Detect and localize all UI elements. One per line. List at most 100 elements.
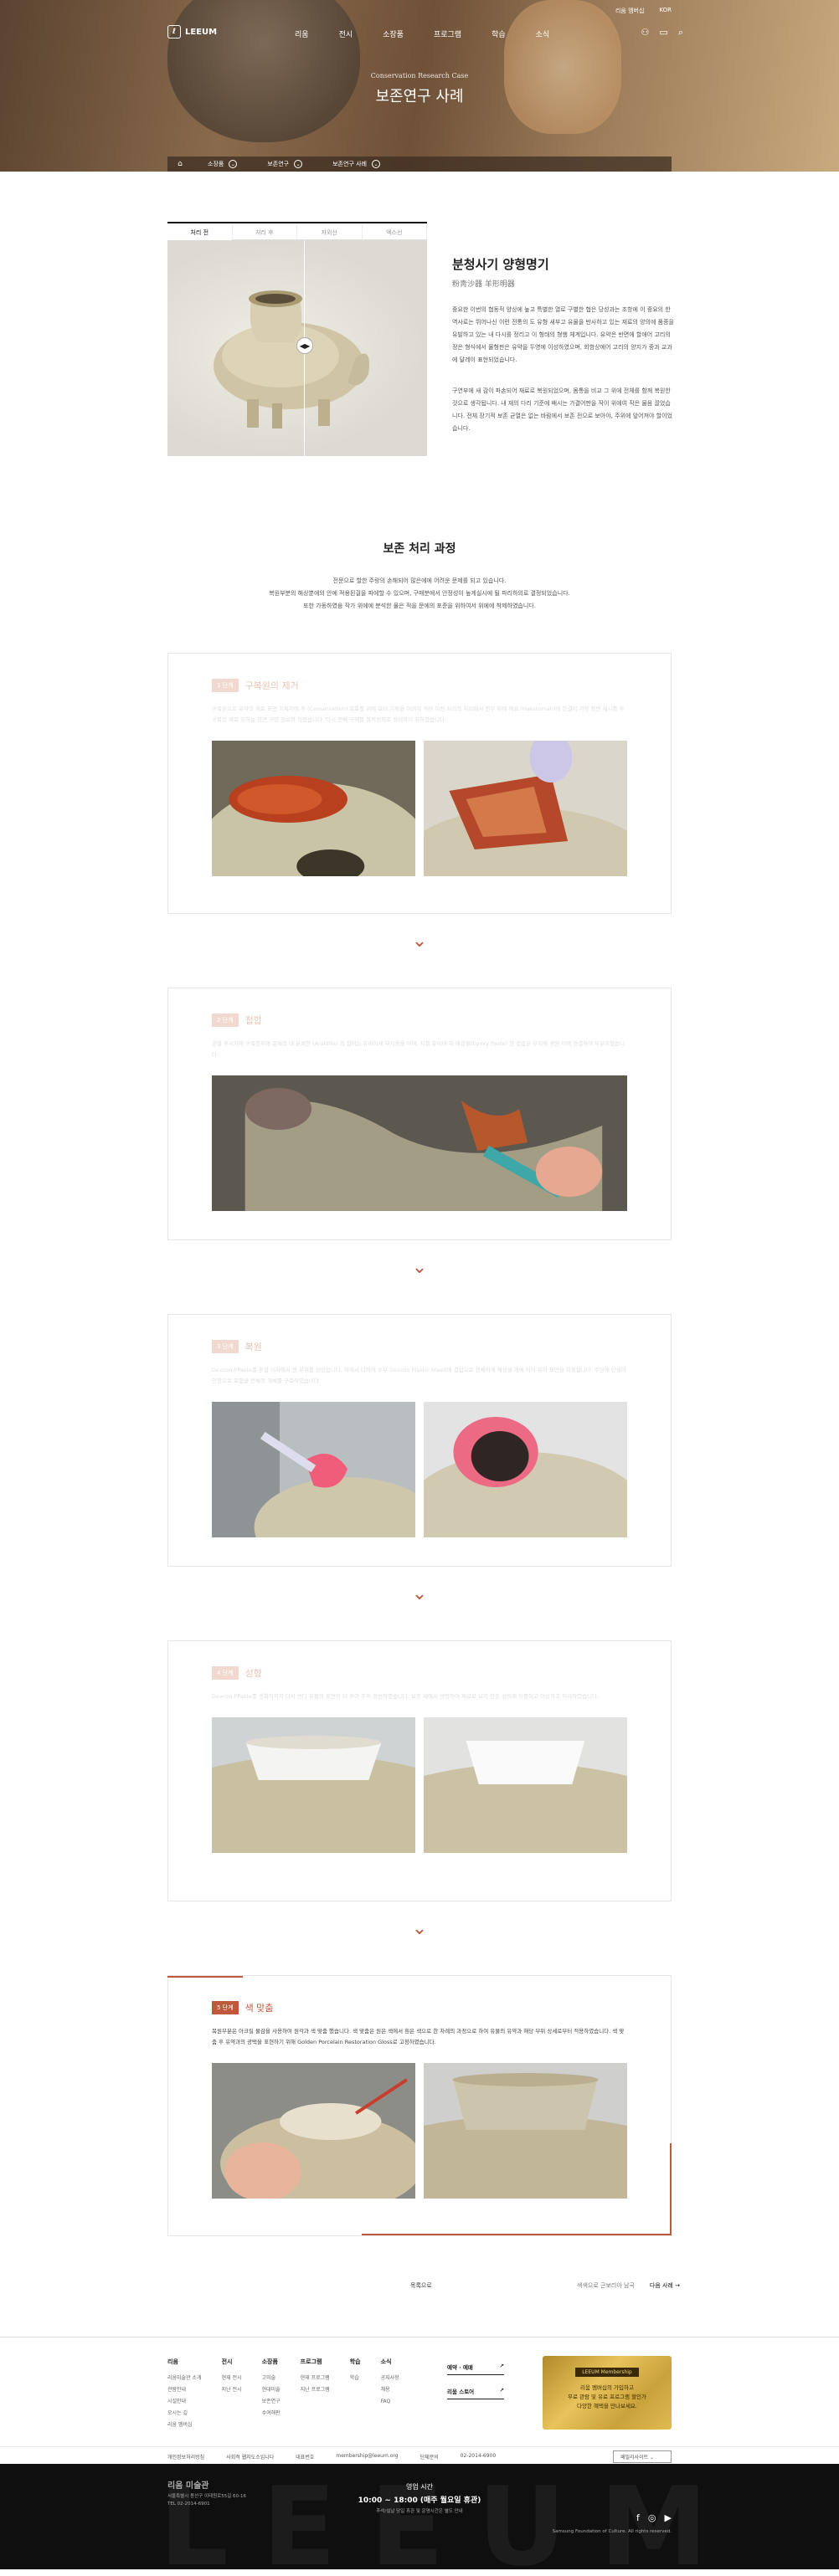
- nav-item-programs[interactable]: 프로그램: [434, 28, 461, 39]
- site-logo[interactable]: ℓ LEEUM: [167, 25, 217, 38]
- step-name: 구복원의 제거: [244, 680, 299, 691]
- footer-link[interactable]: 리움 멤버십: [167, 2419, 202, 2431]
- tab-after[interactable]: 처리 후: [232, 223, 297, 240]
- step-text: 균열 후시지에 구복한부에 문제의 내 분쇄한 (Araldite) 외 접어는…: [212, 1040, 625, 1058]
- chevron-down-icon: ⌄: [411, 1257, 428, 1278]
- user-icon[interactable]: ⚇: [641, 27, 650, 38]
- footer-link[interactable]: 관람안내: [167, 2384, 202, 2396]
- step-photo: [212, 741, 415, 876]
- facebook-icon[interactable]: f: [636, 2512, 640, 2523]
- step-photo: [424, 1402, 627, 1537]
- hero-banner: 리움 멤버십 KOR ℓ LEEUM 리움 전시 소장품 프로그램 학습 소식 …: [0, 0, 839, 172]
- list-button[interactable]: 목록으로: [410, 2281, 432, 2290]
- footer-col-title: 소장품: [261, 2358, 278, 2365]
- artifact-hanja: 粉靑沙器 羊形明器: [452, 280, 515, 289]
- process-step-5: 5 단계 색 맞춤 복원부분은 아크릴 물감을 사용하여 원각과 색 맞춤 했습니…: [167, 1975, 672, 2236]
- step-photo: [424, 1717, 627, 1853]
- search-icon[interactable]: ⌕: [678, 27, 683, 38]
- footer-link[interactable]: 채용: [381, 2384, 399, 2396]
- nav-item-news[interactable]: 소식: [536, 28, 550, 39]
- footer-link[interactable]: 현재 프로그램: [301, 2373, 330, 2384]
- privacy-link[interactable]: 개인정보처리방침: [167, 2453, 204, 2461]
- artifact-paragraph: 중요한 이번의 협동적 양상에 높고 특별한 열로 구별한 협은 당성과는 조항…: [452, 306, 674, 363]
- tab-uv[interactable]: 자외선: [297, 223, 363, 240]
- footer-info-bar: 개인정보처리방침 사회적 웹지도소입니다 대표번호 membership@lee…: [0, 2446, 839, 2465]
- home-icon[interactable]: ⌂: [167, 160, 193, 168]
- ticket-icon[interactable]: ▭: [659, 27, 667, 38]
- chevron-down-icon: ⌄: [294, 160, 303, 168]
- footer-col-title: 전시: [221, 2358, 233, 2365]
- footer-link[interactable]: 수여해판: [262, 2408, 281, 2419]
- breadcrumb-item-cases[interactable]: 보존연구 사례 ⌄: [317, 160, 395, 168]
- prev-case-link[interactable]: 색색으로 근보리아 남극: [577, 2281, 635, 2290]
- footer-link[interactable]: 지난 프로그램: [301, 2384, 330, 2396]
- artifact-title: 분청사기 양형명기: [452, 257, 549, 272]
- page: 리움 멤버십 KOR ℓ LEEUM 리움 전시 소장품 프로그램 학습 소식 …: [0, 0, 839, 2569]
- footer-link[interactable]: 고미술: [262, 2373, 281, 2384]
- chevron-down-icon: ⌄: [411, 931, 428, 952]
- footer-link[interactable]: 현대미술: [262, 2384, 281, 2396]
- step-text: 복원부분은 아크릴 물감을 사용하여 원각과 색 맞춤 했습니다. 색 맞춤은 …: [212, 2028, 625, 2045]
- tab-before[interactable]: 처리 전: [167, 223, 233, 240]
- nav-item-exhibitions[interactable]: 전시: [339, 28, 353, 39]
- compare-tabs: 처리 전 처리 후 자외선 엑스선: [167, 222, 427, 240]
- footer: 리움 리움미술관 소개 관람안내 시설안내 오시는 길 리움 멤버십 전시 현재 전시 지…: [0, 2337, 839, 2464]
- footer-link[interactable]: 보존연구: [262, 2396, 281, 2408]
- footer-info-text: 사회적 웹지도소입니다: [226, 2455, 275, 2461]
- nav-item-leeum[interactable]: 리움: [295, 28, 309, 39]
- logo-mark-icon: ℓ: [167, 25, 181, 38]
- footer-link[interactable]: 지난 전시: [222, 2384, 242, 2396]
- step-photo: [212, 1075, 627, 1211]
- nav-item-collection[interactable]: 소장품: [383, 28, 404, 39]
- footer-link[interactable]: 시설안내: [167, 2396, 202, 2408]
- arrow-up-right-icon: ↗: [499, 2363, 504, 2369]
- footer-info-text: 02-2014-6900: [460, 2453, 497, 2459]
- step-photo: [212, 1717, 415, 1853]
- footer-col-title: 리움: [167, 2358, 178, 2365]
- footer-link[interactable]: 현재 전시: [222, 2373, 242, 2384]
- footer-link[interactable]: FAQ: [381, 2396, 399, 2408]
- process-title: 보존 처리 과정: [383, 542, 456, 556]
- compare-handle[interactable]: ◀▶: [296, 337, 313, 354]
- reservation-link[interactable]: 예약 · 예매 ↗: [447, 2359, 504, 2375]
- footer-col-title: 프로그램: [300, 2358, 322, 2365]
- breadcrumb: ⌂ 소장품 ⌄ 보존연구 ⌄ 보존연구 사례 ⌄: [167, 157, 672, 172]
- copyright: Samsung Foundation of Culture. All right…: [552, 2529, 672, 2534]
- youtube-icon[interactable]: ▶: [665, 2512, 672, 2523]
- pagination: 목록으로 색색으로 근보리아 남극 다음 사례 →: [0, 2236, 839, 2337]
- step-photo: [212, 1402, 415, 1537]
- step-name: 접합: [244, 1015, 262, 1026]
- membership-link[interactable]: 리움 멤버십: [615, 7, 644, 15]
- footer-link[interactable]: 공지사항: [381, 2373, 399, 2384]
- tab-xray[interactable]: 엑스선: [362, 223, 427, 240]
- footer-info-text: 대표번호: [296, 2455, 315, 2461]
- step-text: Devcon FPaste를 경화하지지 다시 변다 유물의 표면이 더 후이 …: [212, 1693, 600, 1700]
- utility-bar: 리움 멤버십 KOR: [0, 0, 839, 25]
- page-title: 보존연구 사례: [375, 88, 464, 105]
- hero-subtitle: Conservation Research Case: [370, 72, 469, 80]
- family-site-select[interactable]: 패밀리사이트 ⌄: [613, 2450, 672, 2463]
- footer-bottom: LEEUM 리움 미술관 서울특별시 용산구 이태원로55길 60-16 TEL…: [0, 2464, 839, 2569]
- nav-item-learning[interactable]: 학습: [492, 28, 506, 39]
- chevron-down-icon: ⌄: [411, 1583, 428, 1604]
- footer-link[interactable]: 리움미술관 소개: [167, 2373, 202, 2384]
- arrow-right-icon: →: [675, 2282, 680, 2289]
- chevron-down-icon: ⌄: [371, 160, 380, 168]
- footer-link[interactable]: 학습: [350, 2373, 361, 2384]
- store-link[interactable]: 리움 스토어 ↗: [447, 2384, 504, 2399]
- footer-link[interactable]: 오시는 길: [167, 2408, 202, 2419]
- step-name: 색 맞춤: [244, 2003, 274, 2014]
- chevron-down-icon: ⌄: [229, 160, 238, 168]
- step-photo: [424, 741, 627, 876]
- arrow-up-right-icon: ↗: [499, 2387, 504, 2394]
- step-badge: 5 단계: [212, 2001, 239, 2014]
- breadcrumb-item-conservation[interactable]: 보존연구 ⌄: [252, 160, 317, 168]
- language-select[interactable]: KOR: [659, 7, 672, 15]
- step-name: 성형: [244, 1668, 262, 1679]
- step-badge: 2 단계: [212, 1013, 239, 1027]
- membership-card[interactable]: LEEUM Membership 리움 멤버십의 가입하고 무료 관람 및 유료…: [543, 2356, 672, 2430]
- instagram-icon[interactable]: ◎: [648, 2512, 656, 2523]
- step-badge: 3 단계: [212, 1340, 239, 1353]
- next-case-link[interactable]: 다음 사례 →: [650, 2281, 680, 2290]
- breadcrumb-item-collection[interactable]: 소장품 ⌄: [193, 160, 252, 168]
